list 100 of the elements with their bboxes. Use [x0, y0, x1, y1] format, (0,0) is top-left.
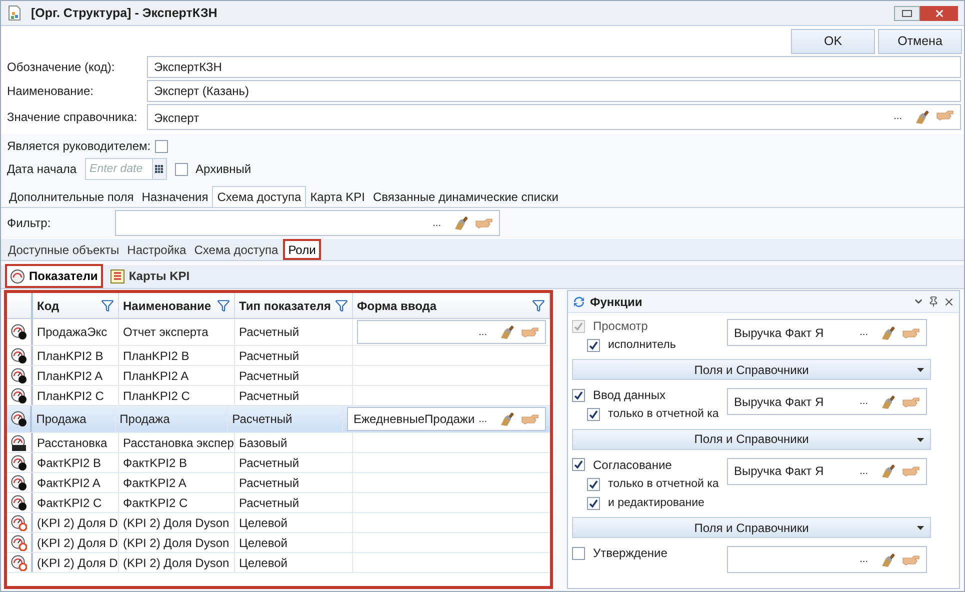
table-row[interactable]: ФактKPI2 B ФактKPI2 B Расчетный	[7, 453, 550, 473]
table-cell: Расчетный	[235, 319, 353, 345]
table-row[interactable]: (KPI 2) Доля D (KPI 2) Доля Dyson Целевой	[7, 553, 550, 573]
table-cell: ФактKPI2 B	[33, 453, 119, 472]
field-label: Является руководителем:	[7, 138, 151, 155]
table-cell: (KPI 2) Доля D	[33, 553, 119, 572]
panel-title: Функции	[590, 294, 644, 310]
table-cell: Расстановка	[33, 433, 119, 452]
dialog-button[interactable]: Отмена	[878, 29, 962, 54]
table-row[interactable]: ФактKPI2 A ФактKPI2 A Расчетный	[7, 473, 550, 493]
filter-icon[interactable]	[335, 299, 348, 312]
table-cell: ПланKPI2 C	[119, 386, 235, 405]
table-cell: ПланKPI2 B	[119, 346, 235, 365]
filter-icon[interactable]	[217, 299, 230, 312]
checkbox-label: Ввод данных	[593, 387, 666, 404]
tab[interactable]: Схема доступа	[212, 186, 306, 207]
caret-icon	[917, 368, 924, 372]
table-cell: Отчет эксперта	[119, 319, 235, 345]
checkbox[interactable]	[572, 458, 585, 471]
indicator-icon	[11, 494, 27, 510]
refresh-icon	[572, 294, 586, 308]
table-cell: Расчетный	[235, 453, 353, 472]
table-cell: Целевой	[235, 533, 353, 552]
column-header[interactable]: Код	[33, 293, 119, 318]
checkbox[interactable]	[154, 140, 168, 152]
lookup-field[interactable]: ЕжедневныеПродажи ...	[346, 407, 546, 431]
tab[interactable]: Роли	[283, 239, 321, 260]
table-row[interactable]: ПланKPI2 A ПланKPI2 A Расчетный	[7, 366, 550, 386]
filter-icon[interactable]	[101, 299, 114, 312]
table-row[interactable]: ПланKPI2 B ПланKPI2 B Расчетный	[7, 346, 550, 366]
checkbox-label: и редактирование	[608, 496, 704, 511]
text-field[interactable]: ЭкспертКЗН	[147, 56, 961, 78]
table-row[interactable]: ФактKPI2 C ФактKPI2 C Расчетный	[7, 493, 550, 513]
table-cell: ПланKPI2 A	[33, 366, 119, 385]
tab[interactable]: Схема доступа	[191, 239, 282, 260]
column-header[interactable]: Форма ввода	[353, 293, 550, 318]
checkbox[interactable]	[587, 408, 600, 422]
table-row[interactable]: (KPI 2) Доля D (KPI 2) Доля Dyson Целевой	[7, 533, 550, 553]
table-cell: (KPI 2) Доля D	[33, 513, 119, 532]
lookup-field[interactable]: ...	[727, 546, 927, 573]
table-cell: (KPI 2) Доля Dyson	[119, 513, 235, 532]
close-icon	[934, 8, 944, 18]
table-cell: Базовый	[235, 433, 353, 452]
close-icon[interactable]	[943, 296, 955, 308]
indicator-icon	[11, 474, 27, 490]
close-button[interactable]	[920, 6, 958, 20]
dialog-button[interactable]: OK	[791, 29, 875, 54]
filter-icon[interactable]	[532, 299, 545, 312]
table-row[interactable]: Продажа Продажа Расчетный ЕжедневныеПродажи ...	[7, 406, 550, 433]
lookup-field[interactable]: Выручка Факт Я ...	[727, 458, 927, 484]
table-cell: Целевой	[235, 513, 353, 532]
table-row[interactable]: Расстановка Расстановка экспер Базовый	[7, 433, 550, 453]
tab[interactable]: Карта KPI	[306, 186, 369, 207]
checkbox-label: только в отчетной ка	[608, 476, 719, 492]
tab[interactable]: Дополнительные поля	[5, 186, 138, 207]
checkbox[interactable]	[174, 162, 188, 176]
indicator-icon	[11, 514, 27, 530]
column-header[interactable]: Тип показателя	[235, 293, 353, 318]
lookup-field[interactable]: ...	[357, 320, 546, 344]
table-cell: Продажа	[32, 406, 116, 432]
checkbox-label: Согласование	[593, 456, 672, 474]
table-row[interactable]: (KPI 2) Доля D (KPI 2) Доля Dyson Целевой	[7, 513, 550, 533]
field-label: Наименование:	[7, 83, 95, 100]
table-cell: Расчетный	[235, 366, 353, 385]
column-header[interactable]: Наименование	[119, 293, 235, 318]
table-row[interactable]: ПродажаЭкс Отчет эксперта Расчетный ...	[7, 319, 550, 346]
tab[interactable]: Связанные динамические списки	[368, 186, 562, 207]
lookup-field[interactable]: Выручка Факт Я ...	[727, 388, 927, 416]
checkbox-label: Архивный	[196, 161, 252, 178]
tab[interactable]: Назначения	[138, 186, 212, 207]
checkbox[interactable]	[587, 496, 600, 510]
dropdown-button[interactable]: Поля и Справочники	[572, 428, 931, 450]
indicator-icon	[11, 368, 27, 384]
checkbox[interactable]	[572, 546, 585, 560]
table-cell: ФактKPI2 A	[33, 473, 119, 492]
calendar-button[interactable]	[152, 158, 167, 180]
document-icon	[7, 5, 23, 21]
text-field[interactable]: Эксперт (Казань)	[147, 80, 961, 102]
checkbox[interactable]	[572, 388, 585, 402]
table-cell: ПродажаЭкс	[33, 319, 119, 345]
window-title: [Орг. Структура] - ЭкспертКЗН	[31, 4, 218, 22]
lookup-field[interactable]: Эксперт ...	[147, 104, 961, 130]
indicator-icon	[10, 411, 27, 427]
table-cell: Расчетный	[228, 406, 342, 432]
date-field[interactable]: Enter date	[84, 158, 153, 180]
tab[interactable]: Настройка	[124, 239, 190, 260]
dropdown-button[interactable]: Поля и Справочники	[572, 517, 931, 538]
card-icon	[110, 268, 125, 284]
tab[interactable]: Показатели	[5, 264, 103, 288]
restore-button[interactable]	[894, 6, 920, 20]
filter-field[interactable]: ...	[115, 210, 500, 236]
checkbox[interactable]	[587, 478, 600, 491]
table-cell: Расчетный	[235, 473, 353, 492]
tab[interactable]: Карты KPI	[106, 264, 193, 288]
table-cell: Расчетный	[235, 386, 353, 405]
field-label: Фильтр:	[7, 215, 52, 232]
pin-icon[interactable]	[928, 296, 939, 307]
table-cell: ПланKPI2 A	[119, 366, 235, 385]
tab[interactable]: Доступные объекты	[5, 239, 122, 260]
checkbox-label: только в отчетной ка	[608, 407, 719, 422]
